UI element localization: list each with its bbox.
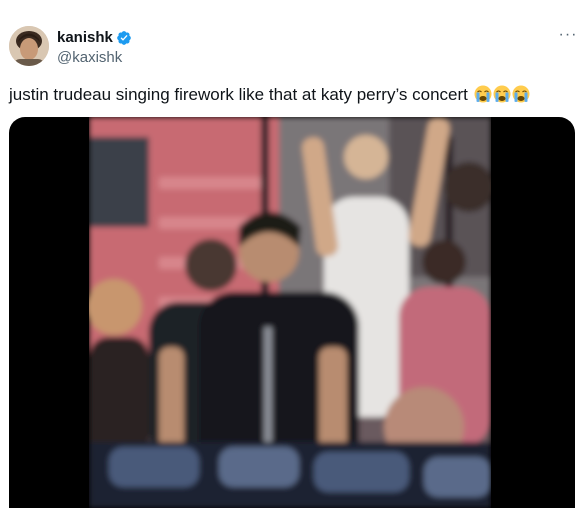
tweet-text: justin trudeau singing firework like tha…: [9, 84, 530, 106]
author-display-name[interactable]: kanishk: [57, 28, 113, 48]
author-info: kanishk @kaxishk: [57, 28, 132, 68]
tweet-video[interactable]: [9, 117, 575, 508]
video-still-icon: [89, 117, 491, 508]
loudly-crying-face-icon: [512, 85, 530, 103]
display-name-row: kanishk: [57, 28, 132, 48]
loudly-crying-face-icon: [474, 85, 492, 103]
author-avatar[interactable]: [9, 26, 49, 66]
loudly-crying-face-icon: [493, 85, 511, 103]
more-options-icon[interactable]: ···: [557, 27, 579, 48]
verified-badge-icon: [116, 30, 132, 46]
tweet-header: kanishk @kaxishk ···: [9, 26, 584, 70]
author-handle[interactable]: @kaxishk: [57, 48, 132, 68]
tweet-text-body: justin trudeau singing firework like tha…: [9, 85, 468, 104]
